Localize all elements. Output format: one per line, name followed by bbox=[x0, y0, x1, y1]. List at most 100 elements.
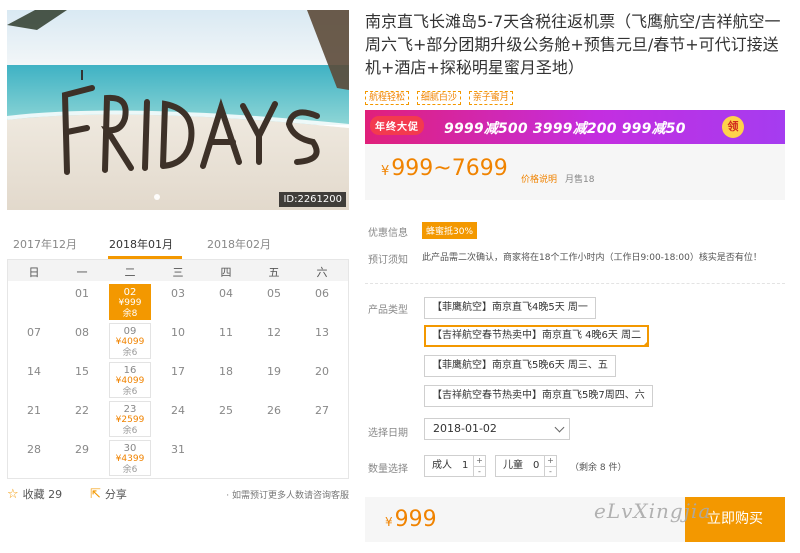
price-range-box: ¥999~7699 价格说明 月售18 bbox=[365, 144, 785, 200]
calendar-day: 12 bbox=[267, 326, 281, 339]
currency-symbol: ¥ bbox=[385, 515, 393, 529]
cell-stock: 余6 bbox=[122, 348, 138, 358]
promo-banner[interactable]: 年终大促 9999减500 3999减200 999减50 领 bbox=[365, 110, 785, 144]
weekday-header: 日 一 二 三 四 五 六 bbox=[8, 260, 348, 281]
stepper-buttons: + - bbox=[544, 456, 556, 476]
product-title: 南京直飞长滩岛5-7天含税往返机票（飞鹰航空/吉祥航空一周六飞+部分团期升级公务… bbox=[365, 12, 781, 77]
calendar-day: 08 bbox=[75, 326, 89, 339]
calendar-day: 26 bbox=[267, 404, 281, 417]
adult-minus-button[interactable]: - bbox=[474, 466, 485, 476]
weekday-label: 三 bbox=[172, 266, 184, 279]
promo-discount-badge: 蜂蜜抵30% bbox=[422, 222, 478, 239]
social-bar: ☆ 收藏 29 ⇱ 分享 · 如需预订更多人数请咨询客服 bbox=[7, 486, 349, 502]
star-icon: ☆ bbox=[7, 487, 19, 502]
calendar-cell-available-selected[interactable]: 02 ¥999 余8 bbox=[109, 284, 151, 320]
calendar-day: 01 bbox=[75, 287, 89, 300]
cell-date: 16 bbox=[123, 365, 137, 376]
hero-image[interactable]: ID:2261200 bbox=[7, 10, 349, 210]
feature-tag: 航程轻松 bbox=[365, 91, 410, 105]
cell-price: ¥4099 bbox=[115, 376, 145, 386]
final-price-value: 999 bbox=[394, 507, 437, 532]
calendar-cell-available[interactable]: 16 ¥4099 余6 bbox=[109, 362, 151, 398]
child-count: 0 bbox=[533, 460, 540, 471]
month-tabs: 2017年12月 2018年01月 2018年02月 bbox=[7, 236, 349, 260]
cell-stock: 余6 bbox=[122, 465, 138, 475]
calendar-cell-available[interactable]: 23 ¥2599 余6 bbox=[109, 401, 151, 437]
cell-price: ¥999 bbox=[118, 298, 142, 308]
calendar-grid: 01 02 ¥999 余8 03 04 05 06 07 08 09 ¥4099… bbox=[8, 281, 348, 479]
notice-label: 预订须知 bbox=[368, 255, 408, 266]
calendar-day: 29 bbox=[75, 443, 89, 456]
child-minus-button[interactable]: - bbox=[545, 466, 556, 476]
purchase-bar: ¥999 立即购买 bbox=[365, 497, 785, 542]
adult-label: 成人 bbox=[432, 460, 452, 471]
calendar-day: 11 bbox=[219, 326, 233, 339]
consult-link[interactable]: · 如需预订更多人数请咨询客服 bbox=[226, 488, 349, 501]
adult-quantity-stepper[interactable]: 成人 1 + - bbox=[424, 455, 486, 477]
calendar-cell-available[interactable]: 30 ¥4399 余6 bbox=[109, 440, 151, 476]
booking-notice: 此产品需二次确认，商家将在18个工作小时内（工作日9:00-18:00）核实是否… bbox=[422, 253, 762, 263]
date-select[interactable]: 2018-01-02 bbox=[424, 418, 570, 440]
cell-date: 30 bbox=[123, 443, 137, 454]
calendar-day: 25 bbox=[219, 404, 233, 417]
tab-month-next[interactable]: 2018年02月 bbox=[207, 236, 271, 252]
weekday-label: 日 bbox=[28, 266, 40, 279]
cell-stock: 余6 bbox=[122, 387, 138, 397]
adult-plus-button[interactable]: + bbox=[474, 456, 485, 466]
calendar-day: 21 bbox=[27, 404, 41, 417]
remaining-stock: （剩余 8 件） bbox=[570, 463, 627, 473]
section-divider bbox=[365, 283, 785, 284]
weekday-label: 五 bbox=[268, 266, 280, 279]
feature-tag: 亲子蜜月 bbox=[468, 91, 513, 105]
price-range-value: 999~7699 bbox=[391, 156, 508, 181]
coupon-icon[interactable]: 领 bbox=[722, 116, 744, 138]
watermark-text: eLvXingjia bbox=[594, 499, 712, 523]
weekday-label: 二 bbox=[124, 266, 136, 279]
calendar-day: 07 bbox=[27, 326, 41, 339]
promo-text: 9999减500 3999减200 999减50 bbox=[444, 121, 686, 137]
product-option[interactable]: 【吉祥航空春节热卖中】南京直飞5晚7周四、六 bbox=[424, 385, 653, 407]
calendar-cell-available[interactable]: 09 ¥4099 余6 bbox=[109, 323, 151, 359]
product-option-selected[interactable]: 【吉祥航空春节热卖中】南京直飞 4晚6天 周二 bbox=[424, 325, 650, 347]
adult-count: 1 bbox=[462, 460, 469, 471]
tab-month-current[interactable]: 2018年01月 bbox=[109, 236, 173, 252]
weekday-label: 六 bbox=[316, 266, 328, 279]
child-label: 儿童 bbox=[503, 460, 523, 471]
price-explain-link[interactable]: 价格说明 bbox=[521, 172, 557, 185]
currency-symbol: ¥ bbox=[381, 164, 390, 179]
cell-date: 23 bbox=[123, 404, 137, 415]
product-option[interactable]: 【菲鹰航空】南京直飞4晚5天 周一 bbox=[424, 297, 596, 319]
calendar-day: 03 bbox=[171, 287, 185, 300]
tab-month-prev[interactable]: 2017年12月 bbox=[13, 236, 77, 252]
share-button[interactable]: ⇱ 分享 bbox=[90, 486, 127, 502]
favorite-label: 收藏 29 bbox=[22, 488, 63, 501]
quantity-label: 数量选择 bbox=[368, 464, 408, 475]
product-type-label: 产品类型 bbox=[368, 305, 408, 316]
price-range: ¥999~7699 bbox=[381, 156, 508, 181]
feature-tags: 航程轻松 细腻白沙 亲子蜜月 bbox=[365, 89, 517, 105]
price-calendar: 日 一 二 三 四 五 六 01 02 ¥999 余8 03 04 05 06 … bbox=[7, 259, 349, 479]
date-value: 2018-01-02 bbox=[433, 422, 497, 435]
cell-stock: 余6 bbox=[122, 426, 138, 436]
final-price: ¥999 bbox=[385, 507, 437, 532]
calendar-day: 18 bbox=[219, 365, 233, 378]
product-option[interactable]: 【菲鹰航空】南京直飞5晚6天 周三、五 bbox=[424, 355, 616, 377]
product-id-badge: ID:2261200 bbox=[279, 192, 346, 207]
calendar-day: 22 bbox=[75, 404, 89, 417]
favorite-button[interactable]: ☆ 收藏 29 bbox=[7, 486, 62, 502]
beach-photo bbox=[7, 10, 349, 210]
weekday-label: 四 bbox=[220, 266, 232, 279]
promo-label: 优惠信息 bbox=[368, 228, 408, 239]
calendar-day: 14 bbox=[27, 365, 41, 378]
child-plus-button[interactable]: + bbox=[545, 456, 556, 466]
calendar-day: 06 bbox=[315, 287, 329, 300]
cell-price: ¥4099 bbox=[115, 337, 145, 347]
calendar-day: 19 bbox=[267, 365, 281, 378]
child-quantity-stepper[interactable]: 儿童 0 + - bbox=[495, 455, 557, 477]
calendar-day: 31 bbox=[171, 443, 185, 456]
cell-price: ¥2599 bbox=[115, 415, 145, 425]
calendar-day: 24 bbox=[171, 404, 185, 417]
cell-price: ¥4399 bbox=[115, 454, 145, 464]
calendar-day: 13 bbox=[315, 326, 329, 339]
calendar-day: 10 bbox=[171, 326, 185, 339]
